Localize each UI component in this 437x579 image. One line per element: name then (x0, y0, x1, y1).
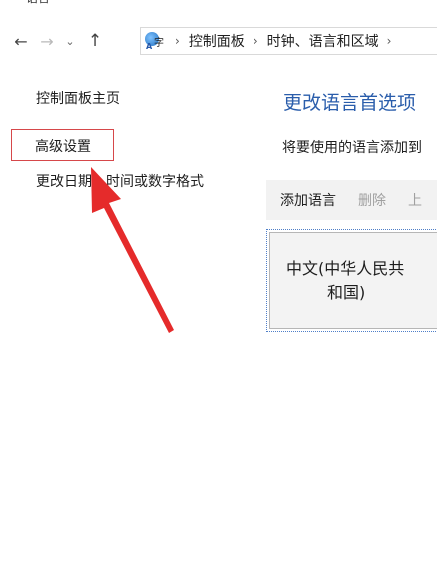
up-arrow-icon[interactable]: ↑ (84, 29, 106, 53)
breadcrumb-control-panel[interactable]: 控制面板 (189, 31, 245, 51)
recent-locations-chevron-icon[interactable]: ⌄ (62, 29, 78, 53)
sidebar-link-control-panel-home[interactable]: 控制面板主页 (36, 88, 120, 108)
breadcrumb-clock-language-region[interactable]: 时钟、语言和区域 (267, 31, 379, 51)
language-globe-icon: 字A (145, 31, 167, 51)
language-name: 中文(中华人民共 和国) (286, 257, 436, 305)
window-title: 语言 (26, 0, 50, 6)
breadcrumb-separator-icon[interactable]: › (175, 34, 180, 48)
address-bar[interactable]: 字A › 控制面板 › 时钟、语言和区域 › (140, 27, 437, 55)
list-item[interactable]: 中文(中华人民共 和国) (266, 229, 437, 332)
language-list: 中文(中华人民共 和国) (266, 224, 437, 336)
navigation-bar: ← → ⌄ ↑ 字A › 控制面板 › 时钟、语言和区域 › (0, 24, 437, 58)
page-title: 更改语言首选项 (283, 92, 417, 114)
window-title-bar: A 语言 (0, 0, 50, 6)
breadcrumb-separator-icon[interactable]: › (253, 34, 258, 48)
language-name-line2: 和国) (327, 282, 366, 302)
breadcrumb-separator-icon[interactable]: › (387, 34, 392, 48)
language-name-line1: 中文(中华人民共 (286, 258, 405, 278)
back-arrow-icon[interactable]: ← (10, 29, 32, 53)
sidebar-link-advanced-settings[interactable]: 高级设置 (35, 136, 91, 156)
language-app-icon: A (8, 0, 22, 4)
add-language-button[interactable]: 添加语言 (280, 190, 336, 210)
sidebar-link-change-date-time-format[interactable]: 更改日期、时间或数字格式 (36, 171, 204, 191)
forward-arrow-icon[interactable]: → (36, 29, 58, 53)
page-description: 将要使用的语言添加到 (282, 140, 422, 156)
remove-language-button[interactable]: 删除 (358, 190, 386, 210)
move-up-button[interactable]: 上 (408, 190, 422, 210)
language-toolbar: 添加语言 删除 上 (266, 180, 437, 220)
